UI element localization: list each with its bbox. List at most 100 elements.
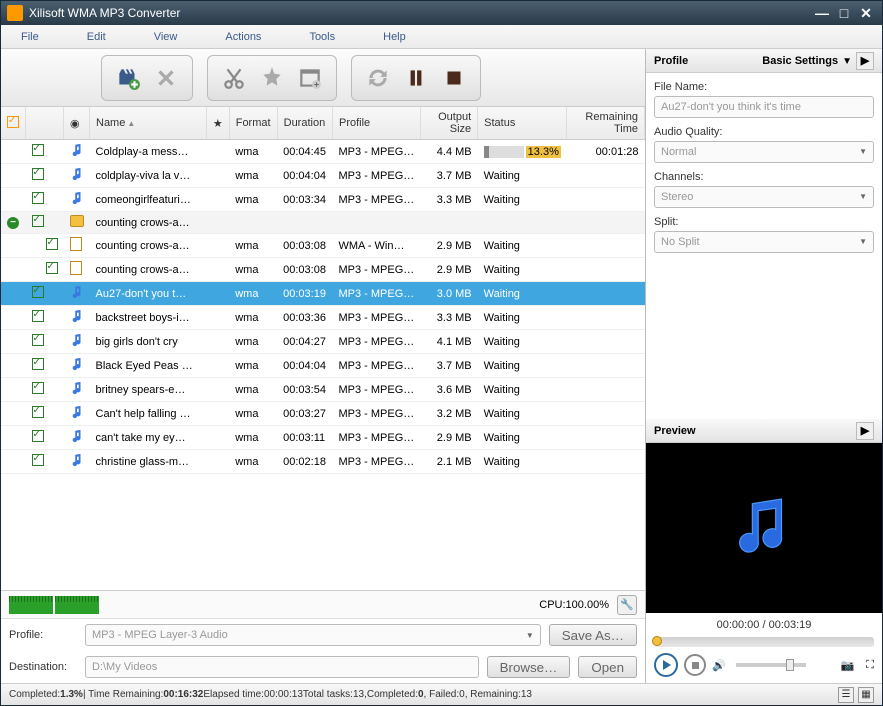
basic-settings-dropdown[interactable]: Basic Settings▼: [762, 55, 852, 67]
list-view-button[interactable]: ☰: [838, 687, 854, 703]
row-checkbox[interactable]: [32, 215, 44, 227]
close-button[interactable]: ✕: [856, 5, 876, 21]
cell-output: 3.7 MB: [420, 354, 477, 378]
row-checkbox[interactable]: [46, 262, 58, 274]
table-row[interactable]: Can't help falling …wma00:03:27MP3 - MPE…: [1, 402, 645, 426]
minimize-button[interactable]: —: [812, 5, 832, 21]
volume-slider[interactable]: [736, 663, 806, 667]
stop-button[interactable]: [438, 62, 470, 94]
row-checkbox[interactable]: [32, 406, 44, 418]
channels-label: Channels:: [654, 171, 874, 183]
cell-duration: 00:04:45: [277, 140, 332, 164]
menubar: File Edit View Actions Tools Help: [1, 25, 882, 49]
cell-status: Waiting: [478, 164, 567, 188]
menu-help[interactable]: Help: [383, 31, 406, 43]
table-row[interactable]: big girls don't crywma00:04:27MP3 - MPEG…: [1, 330, 645, 354]
col-target-icon[interactable]: ◉: [64, 107, 90, 140]
cell-profile: [332, 212, 420, 234]
cell-format: wma: [229, 354, 277, 378]
thumb-view-button[interactable]: ▦: [858, 687, 874, 703]
row-checkbox[interactable]: [32, 454, 44, 466]
table-row[interactable]: Coldplay-a mess…wma00:04:45MP3 - MPEG…4.…: [1, 140, 645, 164]
preview-expand-button[interactable]: ▶: [856, 422, 874, 440]
cell-duration: 00:04:04: [277, 164, 332, 188]
effects-button[interactable]: [256, 62, 288, 94]
channels-select[interactable]: Stereo: [654, 186, 874, 208]
clip-button[interactable]: [294, 62, 326, 94]
table-row[interactable]: coldplay-viva la v…wma00:04:04MP3 - MPEG…: [1, 164, 645, 188]
profile-label: Profile:: [9, 629, 77, 641]
row-checkbox[interactable]: [32, 144, 44, 156]
menu-tools[interactable]: Tools: [309, 31, 335, 43]
col-star[interactable]: ★: [206, 107, 229, 140]
remove-button[interactable]: [150, 62, 182, 94]
open-button[interactable]: Open: [578, 656, 637, 678]
row-checkbox[interactable]: [46, 238, 58, 250]
cpu-settings-button[interactable]: 🔧: [617, 595, 637, 615]
music-note-icon: [70, 191, 84, 205]
table-row[interactable]: can't take my ey…wma00:03:11MP3 - MPEG…2…: [1, 426, 645, 450]
table-row[interactable]: backstreet boys-i…wma00:03:36MP3 - MPEG……: [1, 306, 645, 330]
save-as-button[interactable]: Save As…: [549, 624, 637, 646]
row-checkbox[interactable]: [32, 310, 44, 322]
destination-field[interactable]: D:\My Videos: [85, 656, 479, 678]
select-all-checkbox[interactable]: [7, 116, 19, 128]
split-select[interactable]: No Split: [654, 231, 874, 253]
col-name[interactable]: Name▲: [90, 107, 207, 140]
preview-stop-button[interactable]: [684, 654, 706, 676]
convert-button[interactable]: [362, 62, 394, 94]
col-remaining[interactable]: Remaining Time: [567, 107, 645, 140]
menu-actions[interactable]: Actions: [225, 31, 261, 43]
collapse-icon[interactable]: −: [7, 217, 19, 229]
table-row[interactable]: christine glass-m…wma00:02:18MP3 - MPEG……: [1, 450, 645, 474]
cell-format: wma: [229, 164, 277, 188]
row-checkbox[interactable]: [32, 382, 44, 394]
table-row[interactable]: counting crows-a…wma00:03:08WMA - Win…2.…: [1, 234, 645, 258]
row-checkbox[interactable]: [32, 430, 44, 442]
table-row[interactable]: −counting crows-a…: [1, 212, 645, 234]
cell-format: wma: [229, 282, 277, 306]
menu-edit[interactable]: Edit: [87, 31, 106, 43]
status-bar: Completed: 1.3% | Time Remaining: 00:16:…: [1, 683, 882, 705]
cell-remaining: [567, 354, 645, 378]
row-checkbox[interactable]: [32, 168, 44, 180]
audio-quality-select[interactable]: Normal: [654, 141, 874, 163]
table-row[interactable]: britney spears-e…wma00:03:54MP3 - MPEG…3…: [1, 378, 645, 402]
cell-status: Waiting: [478, 402, 567, 426]
col-format[interactable]: Format: [229, 107, 277, 140]
table-row[interactable]: counting crows-a…wma00:03:08MP3 - MPEG…2…: [1, 258, 645, 282]
row-checkbox[interactable]: [32, 358, 44, 370]
profile-expand-button[interactable]: ▶: [856, 52, 874, 70]
fullscreen-button[interactable]: ⛶: [866, 659, 874, 672]
row-checkbox[interactable]: [32, 286, 44, 298]
col-duration[interactable]: Duration: [277, 107, 332, 140]
table-row[interactable]: comeongirlfeaturi…wma00:03:34MP3 - MPEG……: [1, 188, 645, 212]
cell-remaining: [567, 330, 645, 354]
maximize-button[interactable]: □: [834, 5, 854, 21]
cell-profile: MP3 - MPEG…: [332, 330, 420, 354]
table-row[interactable]: Black Eyed Peas …wma00:04:04MP3 - MPEG…3…: [1, 354, 645, 378]
cell-duration: 00:03:54: [277, 378, 332, 402]
titlebar[interactable]: Xilisoft WMA MP3 Converter — □ ✕: [1, 1, 882, 25]
play-button[interactable]: [654, 653, 678, 677]
add-file-button[interactable]: [112, 62, 144, 94]
menu-view[interactable]: View: [154, 31, 178, 43]
pause-button[interactable]: [400, 62, 432, 94]
cut-button[interactable]: [218, 62, 250, 94]
volume-icon[interactable]: 🔊: [712, 659, 726, 672]
menu-file[interactable]: File: [21, 31, 39, 43]
col-output[interactable]: Output Size: [420, 107, 477, 140]
preview-seek-slider[interactable]: [654, 637, 874, 647]
col-profile[interactable]: Profile: [332, 107, 420, 140]
snapshot-button[interactable]: 📷: [841, 659, 855, 672]
table-row[interactable]: Au27-don't you t…wma00:03:19MP3 - MPEG…3…: [1, 282, 645, 306]
col-status[interactable]: Status: [478, 107, 567, 140]
preview-time: 00:00:00 / 00:03:19: [646, 613, 882, 637]
filename-field[interactable]: Au27-don't you think it's time: [654, 96, 874, 118]
cell-remaining: [567, 450, 645, 474]
row-checkbox[interactable]: [32, 334, 44, 346]
profile-select[interactable]: MP3 - MPEG Layer-3 Audio: [85, 624, 541, 646]
row-checkbox[interactable]: [32, 192, 44, 204]
cell-remaining: [567, 378, 645, 402]
browse-button[interactable]: Browse…: [487, 656, 571, 678]
